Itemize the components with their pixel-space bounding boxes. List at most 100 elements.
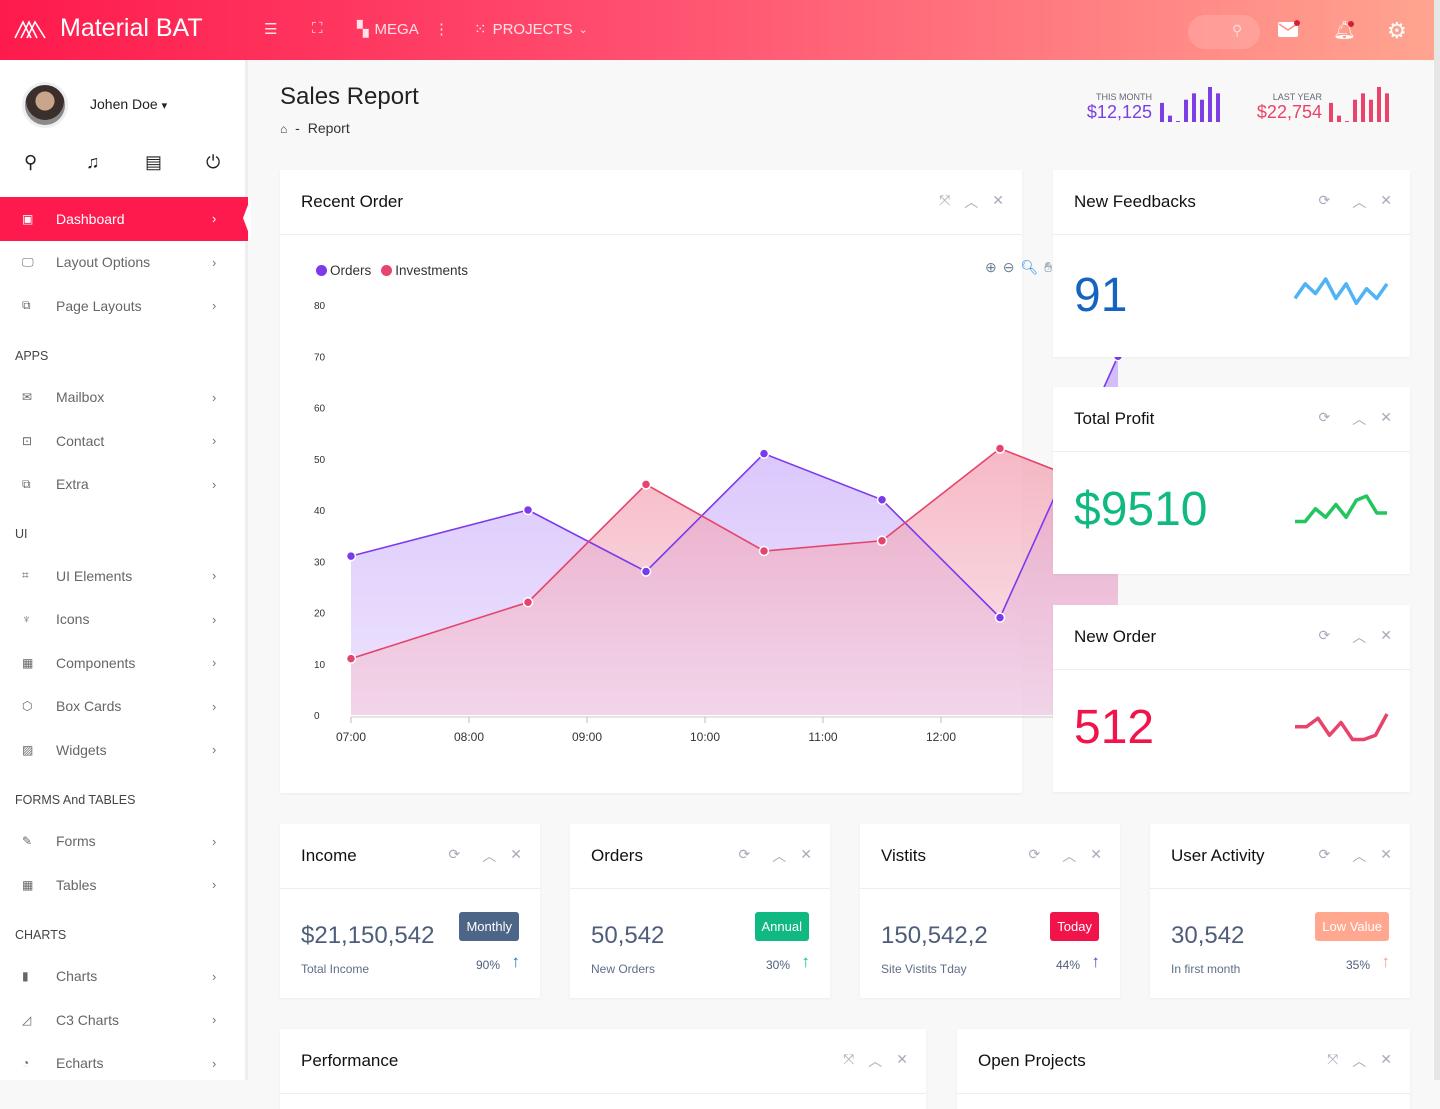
refresh-icon[interactable]: ⟳: [1319, 627, 1331, 647]
avatar[interactable]: [22, 82, 68, 128]
search-icon[interactable]: ⚲: [24, 152, 37, 173]
refresh-icon[interactable]: ⟳: [739, 846, 751, 866]
collapse-icon[interactable]: ︿: [964, 192, 978, 212]
mega-menu-button[interactable]: ▚ MEGA: [357, 20, 419, 39]
fullscreen-icon[interactable]: ⛶: [312, 20, 323, 37]
sidebar-item-c3-charts[interactable]: ◿ C3 Charts ›: [0, 998, 248, 1042]
legend-orders[interactable]: Orders: [316, 263, 371, 278]
close-icon[interactable]: ✕: [1380, 1051, 1392, 1071]
collapse-icon[interactable]: ︿: [1062, 846, 1076, 866]
mini-bar: [1216, 93, 1220, 122]
gear-icon[interactable]: ⚙: [1387, 18, 1407, 44]
close-icon[interactable]: ✕: [896, 1051, 908, 1071]
search-input[interactable]: ⚲: [1188, 15, 1260, 49]
chat-icon[interactable]: ▤: [145, 152, 162, 173]
sidebar-item-contact[interactable]: ⊡ Contact ›: [0, 419, 248, 463]
sidebar-item-label: Echarts: [56, 1055, 104, 1072]
user-menu[interactable]: Johen Doe ▾: [90, 96, 167, 112]
sidebar-item-page-layouts[interactable]: ⧉ Page Layouts ›: [0, 284, 248, 328]
brand-logo[interactable]: Material BAT: [14, 14, 203, 43]
arrow-up-icon: ↑: [1381, 952, 1391, 971]
pan-icon[interactable]: ✋︎: [1044, 259, 1052, 276]
mini-bar: [1200, 99, 1204, 122]
close-icon[interactable]: ✕: [510, 846, 522, 866]
sidebar-item-icons[interactable]: ♆ Icons ›: [0, 598, 248, 642]
close-icon[interactable]: ✕: [1380, 192, 1392, 212]
close-icon[interactable]: ✕: [1380, 846, 1392, 866]
bell-icon[interactable]: ♫︎: [86, 152, 100, 173]
period-badge: Today: [1050, 912, 1099, 941]
expand-icon[interactable]: ⤧: [843, 1051, 854, 1071]
chevron-right-icon: ›: [212, 698, 217, 714]
x-tick-label: 10:00: [690, 730, 720, 744]
sparkline: [1293, 277, 1389, 306]
collapse-icon[interactable]: ︿: [1352, 1051, 1366, 1071]
expand-icon[interactable]: ⤧: [939, 192, 950, 212]
sidebar-item-ui-elements[interactable]: ⌗ UI Elements ›: [0, 554, 248, 598]
more-vert-icon[interactable]: ⋮: [434, 20, 449, 38]
zoom-out-icon[interactable]: ⊖: [1003, 259, 1015, 276]
card-value: 91: [1074, 269, 1128, 322]
data-point-orders: [522, 504, 534, 516]
data-point-orders: [640, 566, 652, 577]
refresh-icon[interactable]: ⟳: [1319, 846, 1331, 866]
breadcrumb: ⌂ - Report: [280, 120, 350, 136]
sidebar-item-forms[interactable]: ✎ Forms ›: [0, 820, 248, 864]
chart-legend: Orders Investments: [316, 263, 468, 278]
sidebar-item-components[interactable]: ▦ Components ›: [0, 641, 248, 685]
logo-icon: [14, 19, 46, 38]
sidebar-menu: ▣ Dashboard › 🖵 Layout Options › ⧉ Page Layouts…: [0, 197, 251, 1086]
sidebar-item-widgets[interactable]: ▨ Widgets ›: [0, 728, 248, 772]
collapse-icon[interactable]: ︿: [1352, 409, 1366, 429]
crop-icon: ⌗: [22, 568, 29, 583]
sparkline-path: [1293, 277, 1389, 306]
mail-icon[interactable]: [1278, 20, 1300, 37]
collapse-icon[interactable]: ︿: [868, 1051, 882, 1071]
dashboard-icon: ▣: [22, 211, 34, 226]
refresh-icon[interactable]: ⟳: [1319, 192, 1331, 212]
zoom-select-icon[interactable]: 🔍︎: [1020, 259, 1038, 276]
card-subtitle: Total Income: [301, 962, 370, 976]
card-title: Total Profit: [1074, 409, 1155, 428]
sidebar-item-charts[interactable]: ▮ Charts ›: [0, 955, 248, 999]
bell-icon[interactable]: 🔔︎: [1333, 20, 1356, 41]
sidebar-item-echarts[interactable]: ◔ Echarts ›: [0, 1042, 248, 1086]
sidebar-item-mailbox[interactable]: ✉ Mailbox ›: [0, 376, 248, 420]
collapse-icon[interactable]: ︿: [772, 846, 786, 866]
sidebar-item-label: Forms: [56, 833, 96, 850]
sidebar-item-layout-options[interactable]: 🖵 Layout Options ›: [0, 241, 248, 285]
header-stat: THIS MONTH $12,125: [1087, 92, 1152, 123]
sidebar-item-box-cards[interactable]: ⬡ Box Cards ›: [0, 685, 248, 729]
expand-icon[interactable]: ⤧: [1327, 1051, 1338, 1071]
card-title: Open Projects: [978, 1051, 1086, 1070]
menu-icon[interactable]: ☰: [264, 20, 277, 38]
page-title: Sales Report: [280, 83, 419, 110]
power-icon[interactable]: ⏻: [206, 152, 220, 173]
refresh-icon[interactable]: ⟳: [1029, 846, 1041, 866]
sidebar-item-extra[interactable]: ⧉ Extra ›: [0, 463, 248, 507]
sidebar-item-dashboard[interactable]: ▣ Dashboard ›: [0, 197, 251, 241]
page-scrollbar[interactable]: [1434, 0, 1440, 1080]
income-card: Income ⟳ ︿ ✕ $21,150,542 Total Income Month…: [280, 824, 540, 998]
chevron-right-icon: ›: [212, 611, 217, 627]
close-icon[interactable]: ✕: [992, 192, 1004, 212]
collapse-icon[interactable]: ︿: [1352, 846, 1366, 866]
sidebar-item-label: Tables: [56, 876, 97, 893]
legend-investments[interactable]: Investments: [381, 263, 468, 278]
projects-menu-button[interactable]: ⁙ PROJECTS ⌄: [474, 20, 588, 39]
collapse-icon[interactable]: ︿: [1352, 192, 1366, 212]
stat-label: LAST YEAR: [1272, 92, 1322, 102]
close-icon[interactable]: ✕: [800, 846, 812, 866]
zoom-in-icon[interactable]: ⊕: [985, 259, 997, 276]
refresh-icon[interactable]: ⟳: [1319, 409, 1331, 429]
home-icon[interactable]: ⌂: [280, 122, 287, 136]
close-icon[interactable]: ✕: [1380, 409, 1392, 429]
sidebar-item-tables[interactable]: ▦ Tables ›: [0, 863, 248, 907]
stat-label: THIS MONTH: [1096, 92, 1152, 102]
card-title: Orders: [591, 846, 643, 865]
close-icon[interactable]: ✕: [1090, 846, 1102, 866]
collapse-icon[interactable]: ︿: [1352, 627, 1366, 647]
refresh-icon[interactable]: ⟳: [449, 846, 461, 866]
collapse-icon[interactable]: ︿: [482, 846, 496, 866]
close-icon[interactable]: ✕: [1380, 627, 1392, 647]
